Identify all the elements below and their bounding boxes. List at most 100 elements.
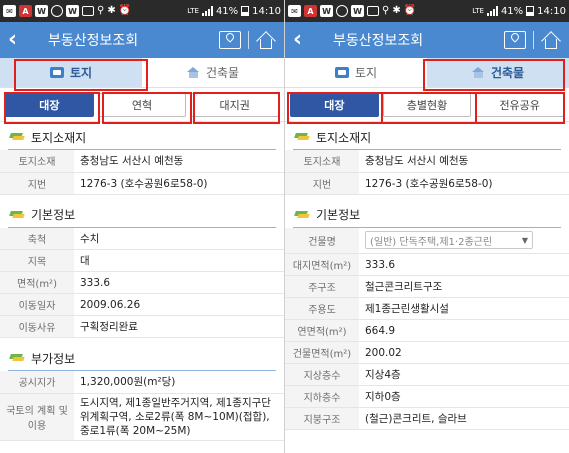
section-header: 토지소재지	[285, 125, 569, 149]
tab-land-label: 토지	[354, 66, 378, 80]
tab-building-label: 건축물	[205, 66, 240, 80]
app-header: ‹ 부동산정보조회	[0, 22, 284, 58]
subtab-land-rights[interactable]: 대지권	[190, 92, 280, 117]
section-title: 토지소재지	[31, 130, 87, 145]
table-row: 지번 1276-3 (호수공원6로58-0)	[0, 172, 284, 195]
building-name-select[interactable]: (일반) 단독주택,제1·2종근린 ▼	[365, 231, 533, 250]
ring-icon	[336, 5, 348, 17]
header-actions	[504, 31, 561, 49]
alarm-icon: ⏰	[118, 5, 132, 16]
row-value: 1276-3 (호수공원6로58-0)	[74, 172, 284, 195]
table-row: 지하층수 지하0층	[285, 385, 569, 408]
subtab-history[interactable]: 연혁	[97, 92, 187, 117]
extra-info-table: 공시지가 1,320,000원(m²당) 국토의 계획 및 이용 도시지역, 제…	[0, 371, 284, 441]
row-value: 2009.06.26	[74, 293, 284, 316]
section-icon	[10, 354, 24, 362]
tab-land[interactable]: 토지	[0, 58, 142, 87]
tab-land-label: 토지	[69, 66, 93, 80]
subtab-register[interactable]: 대장	[5, 92, 94, 117]
app-w-icon: W	[320, 5, 333, 17]
location-icon: ⚲	[382, 5, 390, 16]
app-w-icon: W	[35, 5, 48, 17]
app-header: ‹ 부동산정보조회	[285, 22, 569, 58]
bluetooth-icon: ✱	[392, 5, 401, 16]
app-badge-icon: A	[304, 5, 317, 17]
main-tabs: 토지 건축물	[0, 58, 284, 88]
table-row: 지붕구조 (철근)콘크리트, 슬라브	[285, 407, 569, 430]
row-label: 대지면적(m²)	[285, 253, 359, 276]
battery-percent: 41%	[215, 5, 239, 17]
back-icon[interactable]: ‹	[8, 29, 34, 51]
subtab-floor-status[interactable]: 층별현황	[382, 92, 472, 117]
land-content: 토지소재지 토지소재 충청남도 서산시 예천동 지번 1276-3 (호수공원6…	[0, 125, 284, 441]
app-w-icon: W	[351, 5, 364, 17]
table-row: 이동사유 구획정리완료	[0, 315, 284, 338]
row-value: (철근)콘크리트, 슬라브	[359, 407, 569, 430]
table-row: 지상층수 지상4층	[285, 363, 569, 386]
map-icon[interactable]	[219, 31, 241, 49]
table-row: 공시지가 1,320,000원(m²당)	[0, 371, 284, 394]
map-icon[interactable]	[504, 31, 526, 49]
header-actions	[219, 31, 276, 49]
row-value: (일반) 단독주택,제1·2종근린 ▼	[359, 227, 569, 254]
tab-building-label: 건축물	[490, 66, 525, 80]
section-title: 기본정보	[31, 208, 76, 222]
page-title: 부동산정보조회	[333, 33, 424, 49]
row-label: 공시지가	[0, 371, 74, 394]
row-value: 철근콘크리트구조	[359, 275, 569, 298]
table-row: 주구조 철근콘크리트구조	[285, 275, 569, 298]
subtab-exclusive-common[interactable]: 전유공유	[475, 92, 565, 117]
alarm-icon: ⏰	[403, 5, 417, 16]
tab-building[interactable]: 건축물	[142, 58, 284, 87]
subtab-register[interactable]: 대장	[290, 92, 379, 117]
app-badge-icon: A	[19, 5, 32, 17]
ring-icon	[51, 5, 63, 17]
row-value: 충청남도 서산시 예천동	[359, 150, 569, 173]
section-title: 기본정보	[316, 208, 361, 222]
row-value: 333.6	[74, 271, 284, 294]
section-header: 부가정보	[0, 346, 284, 370]
section-title: 부가정보	[31, 351, 76, 366]
tab-building[interactable]: 건축물	[427, 58, 569, 87]
section-header: 토지소재지	[0, 125, 284, 149]
battery-icon	[241, 6, 250, 16]
row-label: 지붕구조	[285, 407, 359, 430]
main-tabs: 토지 건축물	[285, 58, 569, 88]
clock: 14:10	[252, 5, 281, 17]
table-row: 건물면적(m²) 200.02	[285, 341, 569, 364]
row-value: 333.6	[359, 253, 569, 276]
row-value: 구획정리완료	[74, 315, 284, 338]
row-label: 지목	[0, 249, 74, 272]
land-icon	[49, 67, 64, 78]
clock: 14:10	[537, 5, 566, 17]
row-label: 지상층수	[285, 363, 359, 386]
back-icon[interactable]: ‹	[293, 29, 319, 51]
sub-tabs: 대장 층별현황 전유공유	[285, 88, 569, 122]
row-label: 국토의 계획 및 이용	[0, 393, 74, 441]
section-icon	[295, 133, 309, 141]
basic-info-table: 건물명 (일반) 단독주택,제1·2종근린 ▼ 대지면적(m²) 333.6 주…	[285, 227, 569, 430]
message-icon: ✉	[288, 5, 301, 17]
section-header: 기본정보	[285, 203, 569, 227]
screen-icon	[367, 6, 379, 16]
section-icon	[295, 211, 309, 219]
building-content: 토지소재지 토지소재 충청남도 서산시 예천동 지번 1276-3 (호수공원6…	[285, 125, 569, 430]
home-icon[interactable]	[541, 31, 561, 49]
app-w-icon: W	[66, 5, 79, 17]
location-table: 토지소재 충청남도 서산시 예천동 지번 1276-3 (호수공원6로58-0)	[0, 150, 284, 195]
row-label: 지번	[0, 172, 74, 195]
home-icon[interactable]	[256, 31, 276, 49]
building-screen: ✉ A W W ⚲ ✱ ⏰ LTE 41% 14:10 ‹ 부동산정보조회 토지…	[285, 0, 569, 453]
row-value: 수치	[74, 227, 284, 250]
row-value: 도시지역, 제1종일반주거지역, 제1종지구단위계획구역, 소로2류(폭 8M~…	[74, 393, 284, 441]
section-header: 기본정보	[0, 203, 284, 227]
land-icon	[334, 67, 349, 78]
row-value: 대	[74, 249, 284, 272]
lte-label: LTE	[472, 6, 484, 15]
tab-land[interactable]: 토지	[285, 58, 427, 87]
land-screen: ✉ A W W ⚲ ✱ ⏰ LTE 41% 14:10 ‹ 부동산정보조회 토지…	[0, 0, 284, 453]
row-value: 1276-3 (호수공원6로58-0)	[359, 172, 569, 195]
row-label: 지번	[285, 172, 359, 195]
row-value: 지상4층	[359, 363, 569, 386]
battery-icon	[526, 6, 535, 16]
